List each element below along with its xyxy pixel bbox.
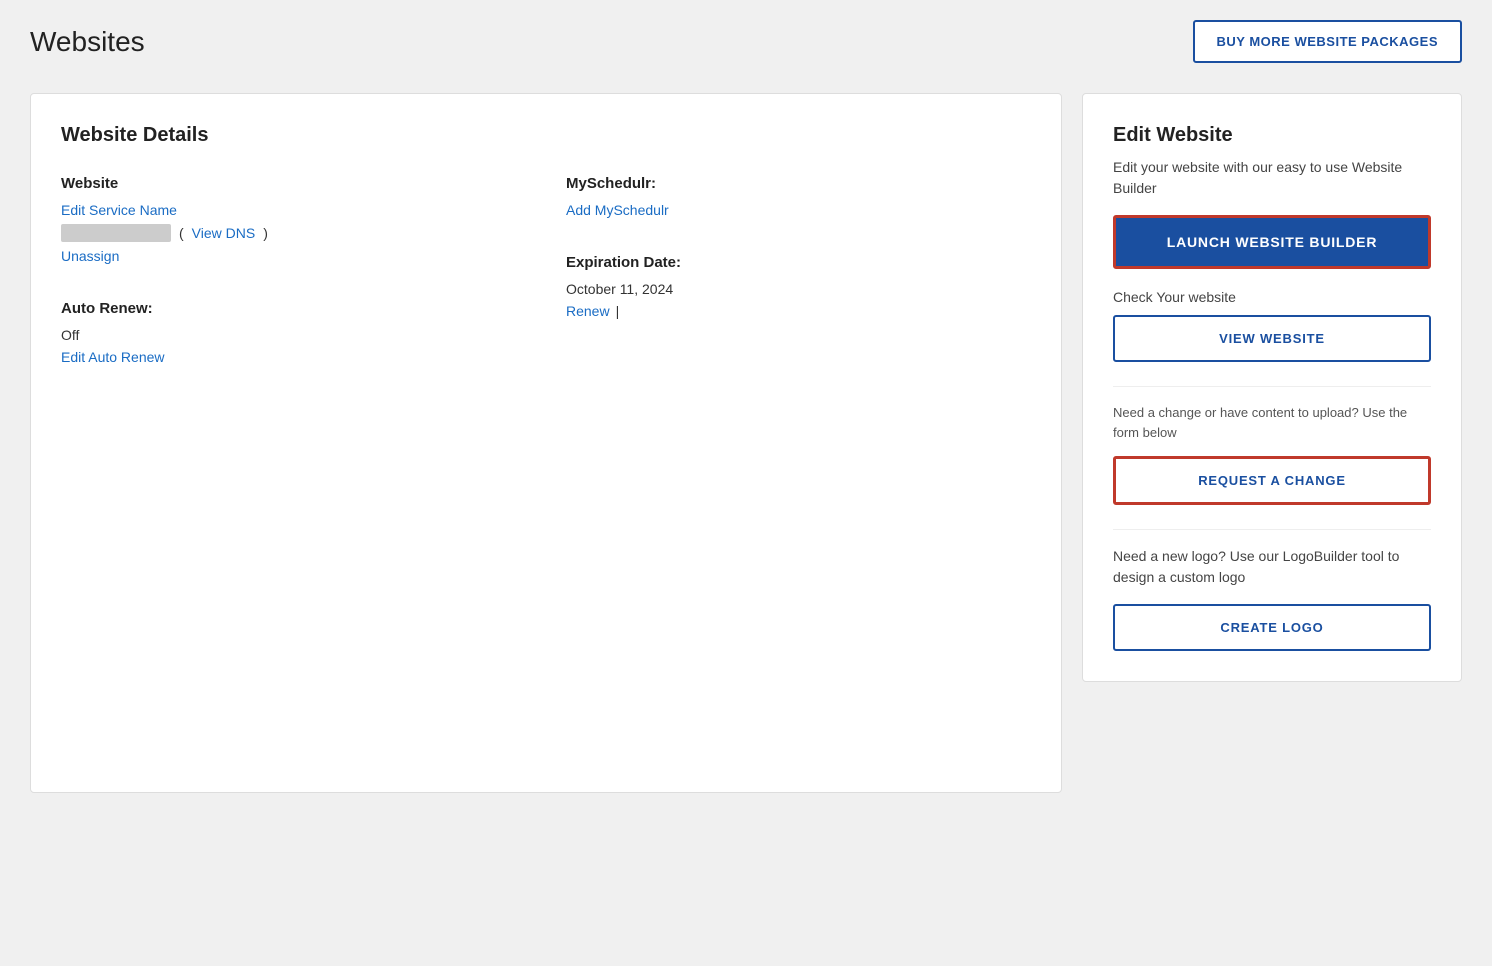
view-website-button[interactable]: VIEW WEBSITE: [1113, 315, 1431, 362]
website-section: Website Edit Service Name ( View DNS ) U…: [61, 175, 526, 264]
website-details-title: Website Details: [61, 124, 1031, 147]
unassign-link[interactable]: Unassign: [61, 248, 526, 264]
auto-renew-label: Auto Renew:: [61, 300, 526, 317]
edit-website-title: Edit Website: [1113, 124, 1431, 147]
page-title: Websites: [30, 26, 145, 58]
add-myschedulr-link[interactable]: Add MySchedulr: [566, 202, 1031, 218]
check-website-label: Check Your website: [1113, 289, 1431, 305]
create-logo-button[interactable]: CREATE LOGO: [1113, 604, 1431, 651]
buy-more-button[interactable]: BUY MORE WEBSITE PACKAGES: [1193, 20, 1462, 63]
edit-service-name-link[interactable]: Edit Service Name: [61, 202, 526, 218]
launch-website-builder-button[interactable]: LAUNCH WEBSITE BUILDER: [1113, 215, 1431, 269]
dns-paren-open: (: [179, 225, 184, 241]
left-panel: Website Details Website Edit Service Nam…: [30, 93, 1062, 793]
website-label: Website: [61, 175, 526, 192]
right-panel: Edit Website Edit your website with our …: [1082, 93, 1462, 682]
auto-renew-section: Auto Renew: Off Edit Auto Renew: [61, 300, 526, 365]
expiration-section: Expiration Date: October 11, 2024 Renew …: [566, 254, 1031, 319]
page-header: Websites BUY MORE WEBSITE PACKAGES: [30, 20, 1462, 63]
dns-row: ( View DNS ): [61, 224, 526, 242]
divider: [1113, 386, 1431, 387]
main-content: Website Details Website Edit Service Nam…: [30, 93, 1462, 793]
edit-auto-renew-link[interactable]: Edit Auto Renew: [61, 349, 526, 365]
view-dns-link[interactable]: View DNS: [192, 225, 256, 241]
myschedulr-section: MySchedulr: Add MySchedulr: [566, 175, 1031, 218]
myschedulr-label: MySchedulr:: [566, 175, 1031, 192]
left-col: Website Edit Service Name ( View DNS ) U…: [61, 175, 546, 401]
auto-renew-value: Off: [61, 327, 526, 343]
pipe-separator: |: [616, 303, 620, 319]
request-change-description: Need a change or have content to upload?…: [1113, 403, 1431, 442]
logo-description: Need a new logo? Use our LogoBuilder too…: [1113, 546, 1431, 588]
edit-website-description: Edit your website with our easy to use W…: [1113, 157, 1431, 199]
right-col: MySchedulr: Add MySchedulr Expiration Da…: [546, 175, 1031, 401]
dns-paren-close: ): [263, 225, 268, 241]
divider-2: [1113, 529, 1431, 530]
details-grid: Website Edit Service Name ( View DNS ) U…: [61, 175, 1031, 401]
expiration-date-value: October 11, 2024: [566, 281, 1031, 297]
blurred-domain: [61, 224, 171, 242]
request-change-button[interactable]: REQUEST A CHANGE: [1113, 456, 1431, 505]
renew-link[interactable]: Renew: [566, 303, 610, 319]
expiration-date-label: Expiration Date:: [566, 254, 1031, 271]
